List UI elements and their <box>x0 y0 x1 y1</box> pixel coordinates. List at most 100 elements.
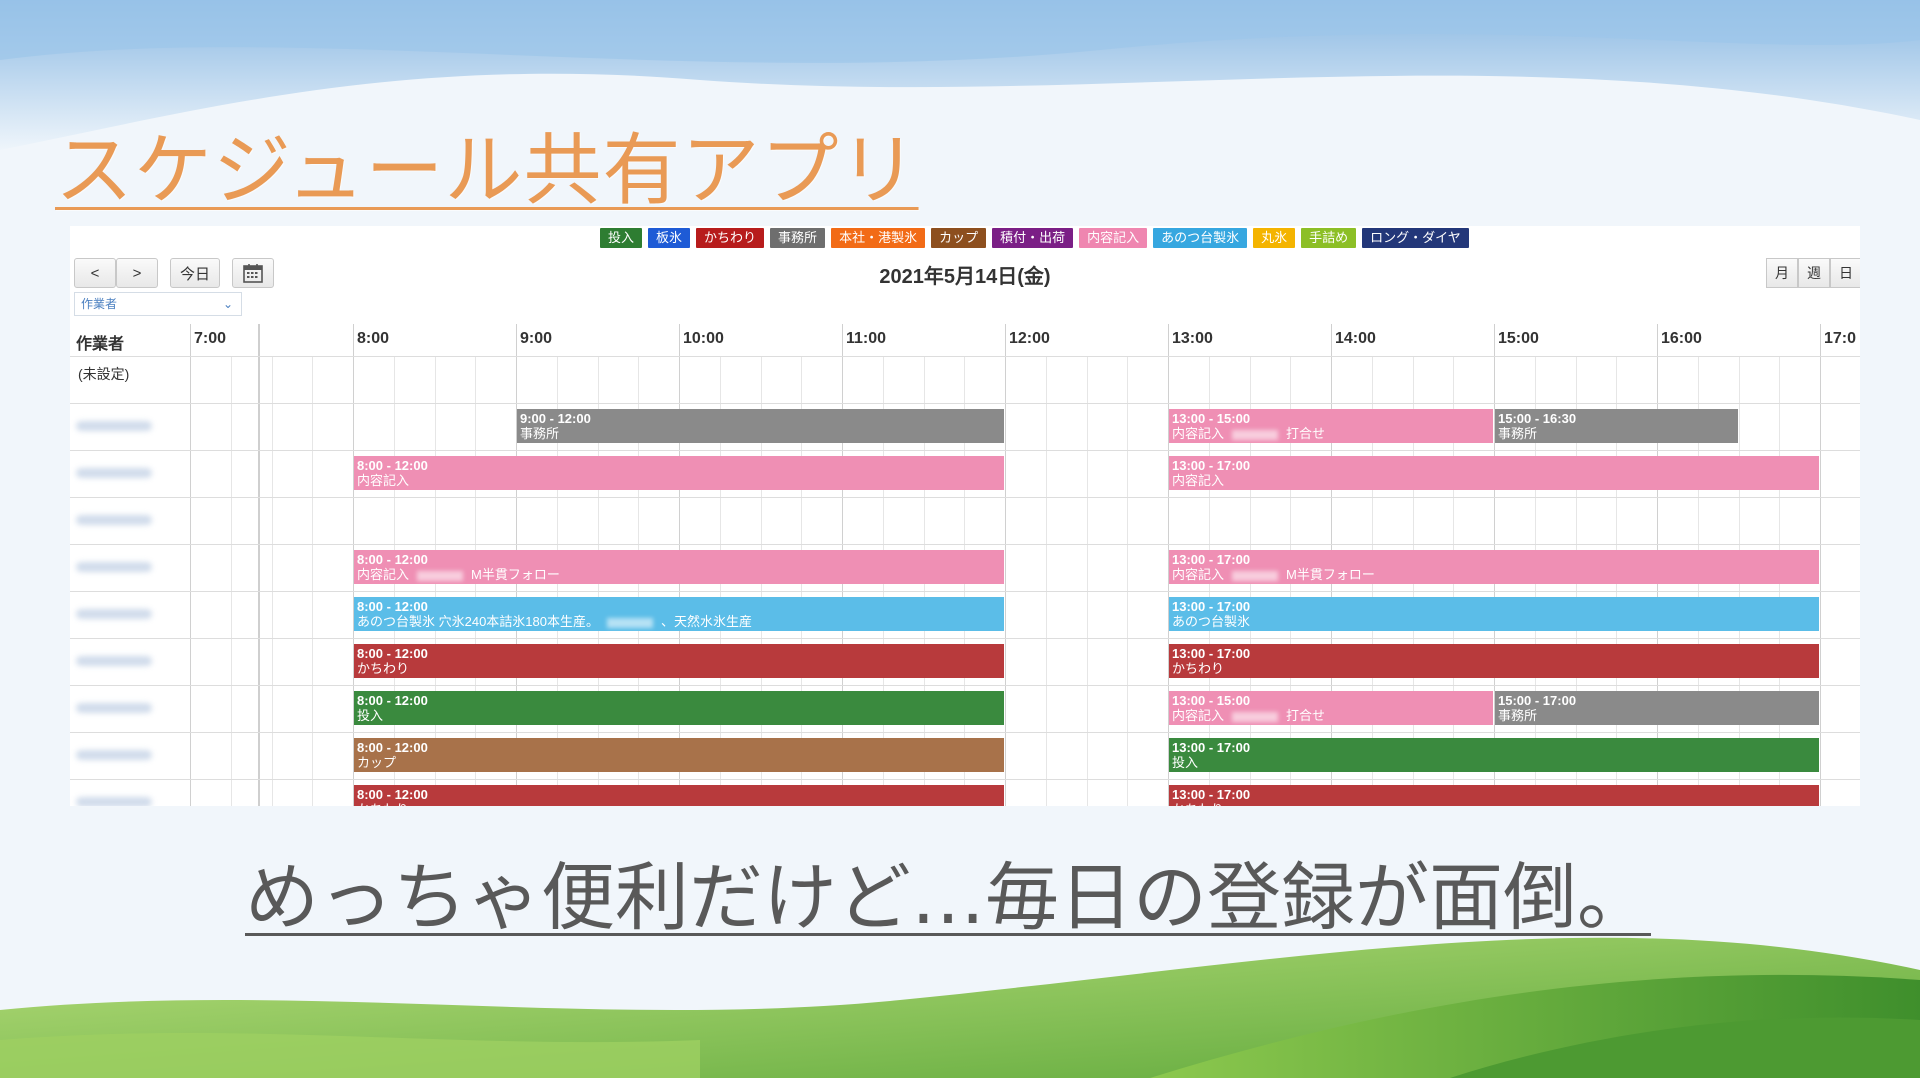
worker-name-blurred <box>76 468 152 478</box>
event-time: 13:00 - 15:00 <box>1172 411 1251 426</box>
event-title: 投入 <box>357 708 384 723</box>
hour-label: 8:00 <box>357 330 390 347</box>
unset-row-label: (未設定) <box>78 366 130 382</box>
schedule-event[interactable]: 15:00 - 17:00 事務所 <box>1495 691 1819 725</box>
legend-chip: 内容記入 <box>1079 228 1148 248</box>
schedule-event[interactable]: 13:00 - 15:00 内容記入 打合せ <box>1169 409 1493 443</box>
worker-column-header: 作業者 <box>76 336 125 353</box>
hour-label: 12:00 <box>1009 330 1050 347</box>
hour-label: 9:00 <box>520 330 553 347</box>
grid-line <box>1045 356 1047 806</box>
schedule-event[interactable]: 13:00 - 17:00 投入 <box>1169 738 1819 772</box>
event-time: 13:00 - 17:00 <box>1172 458 1251 473</box>
event-time: 15:00 - 16:30 <box>1498 411 1577 426</box>
worker-name-blurred <box>76 656 152 666</box>
event-title: かちわり <box>357 802 1001 806</box>
category-legend: 投入 板氷 かちわり 事務所 本社・港製氷 カップ 積付・出荷 内容記入 あのつ台製氷 丸氷 手詰め… <box>600 228 1469 248</box>
event-time: 13:00 - 15:00 <box>1172 693 1251 708</box>
event-title: かちわり <box>1172 802 1816 806</box>
row-divider <box>70 638 1860 639</box>
slide-caption: めっちゃ便利だけど…毎日の登録が面倒。 <box>245 855 1651 941</box>
schedule-event[interactable]: 13:00 - 17:00かちわり <box>1169 644 1819 678</box>
worker-name-blurred <box>76 750 152 760</box>
event-title: 内容記入 打合せ <box>1172 426 1326 441</box>
event-note: M半貫フォロー <box>1286 567 1375 582</box>
event-title: あのつ台製氷 穴氷240本詰氷180本生産。 、天然水氷生産 <box>357 614 753 629</box>
legend-chip: ロング・ダイヤ <box>1362 228 1469 248</box>
grid-line <box>271 356 273 806</box>
slide-title: スケジュール共有アプリ <box>55 126 919 216</box>
event-title: 内容記入 M半貫フォロー <box>357 567 560 582</box>
event-time: 13:00 - 17:00 <box>1172 599 1251 614</box>
event-title: 内容記入 M半貫フォロー <box>1172 567 1375 582</box>
view-month-button[interactable]: 月 <box>1766 258 1798 288</box>
event-note: 打合せ <box>1286 426 1326 441</box>
worker-filter-select[interactable]: 作業者 ⌄ <box>74 292 242 316</box>
event-title: かちわり <box>1172 661 1225 676</box>
grid-line <box>1127 356 1129 806</box>
schedule-event[interactable]: 8:00 - 12:00かちわり <box>354 785 1004 806</box>
worker-column-divider <box>258 324 260 806</box>
schedule-event[interactable]: 8:00 - 12:00 投入 <box>354 691 1004 725</box>
schedule-calendar: 投入 板氷 かちわり 事務所 本社・港製氷 カップ 積付・出荷 内容記入 あのつ台製氷 丸氷 手詰め… <box>70 226 1860 806</box>
hour-label: 11:00 <box>846 330 887 347</box>
legend-chip: 板氷 <box>648 228 691 248</box>
schedule-event[interactable]: 13:00 - 17:00 内容記入 M半貫フォロー <box>1169 550 1819 584</box>
row-divider <box>70 591 1860 592</box>
worker-name-blurred <box>76 562 152 572</box>
schedule-event[interactable]: 13:00 - 17:00かちわり <box>1169 785 1819 806</box>
legend-chip: 積付・出荷 <box>992 228 1074 248</box>
event-time: 13:00 - 17:00 <box>1172 552 1251 567</box>
worker-name-blurred <box>76 609 152 619</box>
event-time: 8:00 - 12:00 <box>357 599 428 614</box>
event-time: 8:00 - 12:00 <box>357 787 428 802</box>
row-divider <box>70 544 1860 545</box>
view-week-button[interactable]: 週 <box>1798 258 1830 288</box>
event-time: 13:00 - 17:00 <box>1172 787 1251 802</box>
redacted-text <box>417 570 464 581</box>
schedule-event[interactable]: 13:00 - 15:00 内容記入 打合せ <box>1169 691 1493 725</box>
schedule-event[interactable]: 8:00 - 12:00 カップ <box>354 738 1004 772</box>
event-title: 投入 <box>1172 755 1199 770</box>
event-note: 打合せ <box>1286 708 1326 723</box>
row-divider <box>70 403 1860 404</box>
hour-label: 17:0 <box>1824 330 1857 347</box>
row-divider <box>70 732 1860 733</box>
event-time: 8:00 - 12:00 <box>357 693 428 708</box>
schedule-event[interactable]: 8:00 - 12:00 あのつ台製氷 穴氷240本詰氷180本生産。 、天然水氷生… <box>354 597 1004 631</box>
grid-line <box>230 356 232 806</box>
event-time: 9:00 - 12:00 <box>520 411 591 426</box>
legend-chip: カップ <box>931 228 987 248</box>
worker-name-blurred <box>76 515 152 525</box>
grid-line <box>312 356 314 806</box>
schedule-event[interactable]: 9:00 - 12:00 事務所 <box>517 409 1004 443</box>
event-title: 事務所 <box>1498 426 1538 441</box>
hour-label: 15:00 <box>1498 330 1539 347</box>
event-title: あのつ台製氷 <box>1172 614 1251 629</box>
legend-chip: 丸氷 <box>1253 228 1296 248</box>
event-title: 事務所 <box>1498 708 1538 723</box>
event-note: 、天然水氷生産 <box>661 614 753 629</box>
event-note: M半貫フォロー <box>471 567 560 582</box>
view-day-button[interactable]: 日 <box>1830 258 1860 288</box>
schedule-event[interactable]: 15:00 - 16:30 事務所 <box>1495 409 1738 443</box>
event-time: 15:00 - 17:00 <box>1498 693 1577 708</box>
legend-chip: あのつ台製氷 <box>1153 228 1248 248</box>
schedule-event[interactable]: 8:00 - 12:00 内容記入 <box>354 456 1004 490</box>
schedule-event[interactable]: 8:00 - 12:00 内容記入 M半貫フォロー <box>354 550 1004 584</box>
redacted-text <box>1232 711 1279 722</box>
current-date-title: 2021年5月14日(金) <box>879 266 1051 288</box>
schedule-event[interactable]: 13:00 - 17:00 内容記入 <box>1169 456 1819 490</box>
row-divider <box>70 450 1860 451</box>
grid-line <box>1820 324 1821 806</box>
row-divider <box>70 779 1860 780</box>
event-title: かちわり <box>357 661 410 676</box>
event-time: 13:00 - 17:00 <box>1172 646 1251 661</box>
redacted-text <box>607 617 653 628</box>
event-time: 8:00 - 12:00 <box>357 740 428 755</box>
timeline-header: 作業者 <box>70 324 1860 357</box>
event-title: 内容記入 <box>1172 473 1225 488</box>
schedule-event[interactable]: 8:00 - 12:00かちわり <box>354 644 1004 678</box>
row-divider <box>70 685 1860 686</box>
schedule-event[interactable]: 13:00 - 17:00 あのつ台製氷 <box>1169 597 1819 631</box>
